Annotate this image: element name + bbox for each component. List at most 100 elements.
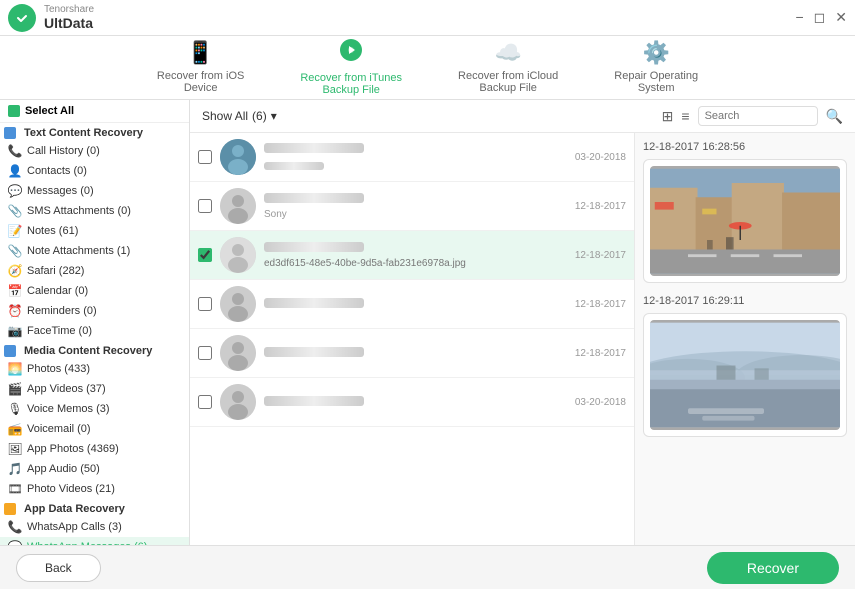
file-checkbox[interactable] bbox=[198, 150, 212, 164]
app-section-icon bbox=[4, 503, 16, 515]
sidebar-item-app-photos[interactable]: 🖼 App Photos (4369) bbox=[0, 439, 189, 459]
sidebar-item-voicemail[interactable]: 📻 Voicemail (0) bbox=[0, 419, 189, 439]
sidebar-item-facetime[interactable]: 📷FaceTime (0) bbox=[0, 321, 189, 341]
select-all-row[interactable]: Select All bbox=[0, 100, 189, 123]
toolbar-right: ⊞ ≡ 🔍 bbox=[662, 106, 843, 126]
sidebar-item-reminders[interactable]: ⏰Reminders (0) bbox=[0, 301, 189, 321]
tab-ios-label: Recover from iOS Device bbox=[157, 70, 244, 94]
tab-icloud[interactable]: ☁️ Recover from iCloud Backup File bbox=[450, 36, 566, 100]
file-checkbox[interactable] bbox=[198, 297, 212, 311]
file-list: 03-20-2018 Sony 12-18-2017 bbox=[190, 133, 635, 545]
content-toolbar: Show All (6) ▾ ⊞ ≡ 🔍 bbox=[190, 100, 855, 133]
wa-messages-icon: 💬 bbox=[8, 540, 22, 545]
title-bar: Tenorshare UltData − ◻ ✕ bbox=[0, 0, 855, 36]
file-item[interactable]: 12-18-2017 bbox=[190, 280, 634, 329]
tab-ios[interactable]: 📱 Recover from iOS Device bbox=[149, 36, 252, 100]
photo-videos-icon: 🎞 bbox=[8, 482, 22, 496]
file-item[interactable]: 03-20-2018 bbox=[190, 133, 634, 182]
file-info bbox=[264, 142, 567, 173]
safari-icon: 🧭 bbox=[8, 264, 22, 278]
file-item[interactable]: 12-18-2017 bbox=[190, 329, 634, 378]
sidebar-section-app: App Data Recovery bbox=[0, 499, 189, 517]
sidebar-item-call-history[interactable]: 📞Call History (0) bbox=[0, 141, 189, 161]
search-input[interactable] bbox=[698, 106, 818, 126]
sidebar-item-messages[interactable]: 💬Messages (0) bbox=[0, 181, 189, 201]
search-icon[interactable]: 🔍 bbox=[826, 108, 843, 125]
voicemail-icon: 📻 bbox=[8, 422, 22, 436]
window-controls[interactable]: − ◻ ✕ bbox=[795, 9, 847, 26]
sidebar-item-app-audio[interactable]: 🎵App Audio (50) bbox=[0, 459, 189, 479]
close-icon[interactable]: ✕ bbox=[835, 9, 847, 26]
calendar-label: Calendar (0) bbox=[27, 285, 181, 297]
file-item[interactable]: Sony 12-18-2017 bbox=[190, 182, 634, 231]
facetime-icon: 📷 bbox=[8, 324, 22, 338]
sidebar-item-photos[interactable]: 🌅Photos (433) bbox=[0, 359, 189, 379]
recover-button[interactable]: Recover bbox=[707, 552, 839, 584]
sidebar-item-calendar[interactable]: 📅Calendar (0) bbox=[0, 281, 189, 301]
app-title: UltData bbox=[44, 15, 94, 31]
contacts-icon: 👤 bbox=[8, 164, 22, 178]
sidebar-item-notes[interactable]: 📝Notes (61) bbox=[0, 221, 189, 241]
preview-card-1 bbox=[643, 159, 847, 283]
file-avatar bbox=[220, 286, 256, 322]
file-info bbox=[264, 346, 567, 360]
maximize-icon[interactable]: ◻ bbox=[814, 9, 826, 26]
file-filename: ed3df615-48e5-40be-9d5a-fab231e6978a.jpg bbox=[264, 258, 567, 269]
sidebar-item-app-videos[interactable]: 🎬App Videos (37) bbox=[0, 379, 189, 399]
sidebar-item-contacts[interactable]: 👤Contacts (0) bbox=[0, 161, 189, 181]
tab-itunes[interactable]: Recover from iTunes Backup File bbox=[292, 34, 410, 102]
file-avatar bbox=[220, 188, 256, 224]
file-checkbox[interactable] bbox=[198, 199, 212, 213]
back-button[interactable]: Back bbox=[16, 554, 101, 582]
file-checkbox[interactable] bbox=[198, 395, 212, 409]
file-avatar bbox=[220, 335, 256, 371]
sidebar-item-note-attachments[interactable]: 📎Note Attachments (1) bbox=[0, 241, 189, 261]
show-all-label: Show All bbox=[202, 109, 248, 123]
file-avatar bbox=[220, 384, 256, 420]
grid-view-icon[interactable]: ⊞ bbox=[662, 108, 674, 125]
file-checkbox[interactable] bbox=[198, 248, 212, 262]
app-photos-label: App Photos (4369) bbox=[27, 443, 181, 455]
voicemail-label: Voicemail (0) bbox=[27, 423, 181, 435]
text-section-label: Text Content Recovery bbox=[24, 127, 143, 139]
file-name-blur bbox=[264, 396, 364, 406]
preview-timestamp-2: 12-18-2017 16:29:11 bbox=[643, 295, 847, 307]
file-info bbox=[264, 395, 567, 409]
app-photos-icon: 🖼 bbox=[8, 442, 22, 456]
file-count: (6) bbox=[252, 109, 267, 123]
minimize-icon[interactable]: − bbox=[795, 9, 803, 26]
sms-attach-label: SMS Attachments (0) bbox=[27, 205, 181, 217]
show-all-button[interactable]: Show All (6) ▾ bbox=[202, 109, 277, 123]
sidebar-section-text: Text Content Recovery bbox=[0, 123, 189, 141]
sidebar-item-photo-videos[interactable]: 🎞 Photo Videos (21) bbox=[0, 479, 189, 499]
list-view-icon[interactable]: ≡ bbox=[681, 108, 689, 124]
sidebar-item-whatsapp-calls[interactable]: 📞WhatsApp Calls (3) bbox=[0, 517, 189, 537]
file-avatar bbox=[220, 237, 256, 273]
file-item[interactable]: 03-20-2018 bbox=[190, 378, 634, 427]
file-date: 12-18-2017 bbox=[575, 348, 626, 359]
sidebar-item-safari[interactable]: 🧭Safari (282) bbox=[0, 261, 189, 281]
app-videos-label: App Videos (37) bbox=[27, 383, 181, 395]
file-date: 03-20-2018 bbox=[575, 397, 626, 408]
file-item-selected[interactable]: ed3df615-48e5-40be-9d5a-fab231e6978a.jpg… bbox=[190, 231, 634, 280]
wa-calls-label: WhatsApp Calls (3) bbox=[27, 521, 181, 533]
app-logo bbox=[8, 4, 36, 32]
tab-repair[interactable]: ⚙️ Repair Operating System bbox=[606, 36, 706, 100]
app-section-label: App Data Recovery bbox=[24, 503, 125, 515]
voice-memos-icon: 🎙 bbox=[8, 402, 22, 416]
repair-icon: ⚙️ bbox=[642, 40, 669, 66]
sidebar-item-voice-memos[interactable]: 🎙Voice Memos (3) bbox=[0, 399, 189, 419]
sidebar-item-sms-attachments[interactable]: 📎 SMS Attachments (0) bbox=[0, 201, 189, 221]
sms-attach-icon: 📎 bbox=[8, 204, 22, 218]
photos-icon: 🌅 bbox=[8, 362, 22, 376]
media-section-icon bbox=[4, 345, 16, 357]
sidebar-section-media: Media Content Recovery bbox=[0, 341, 189, 359]
nav-tabs: 📱 Recover from iOS Device Recover from i… bbox=[0, 36, 855, 100]
app-logo-area: Tenorshare UltData bbox=[8, 4, 94, 32]
notes-icon: 📝 bbox=[8, 224, 22, 238]
file-avatar bbox=[220, 139, 256, 175]
photo-videos-label: Photo Videos (21) bbox=[27, 483, 181, 495]
file-checkbox[interactable] bbox=[198, 346, 212, 360]
sidebar-item-whatsapp-messages[interactable]: 💬WhatsApp Messages (6) bbox=[0, 537, 189, 545]
preview-timestamp-1: 12-18-2017 16:28:56 bbox=[643, 141, 847, 153]
